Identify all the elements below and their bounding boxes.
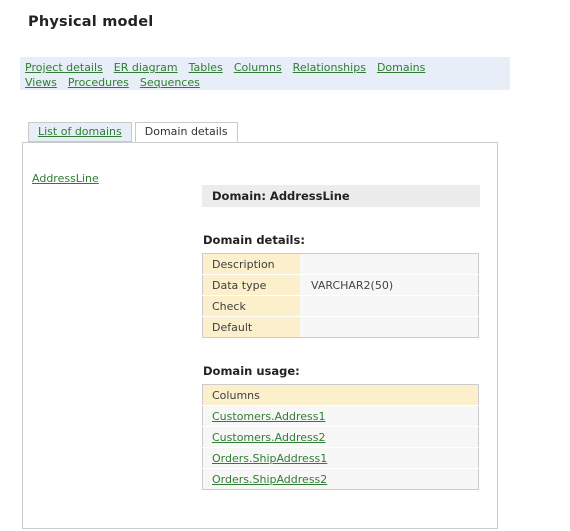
main-navigation: Project details ER diagram Tables Columns Re…	[20, 57, 510, 90]
table-row: Orders.ShipAddress2	[202, 468, 479, 490]
table-row: Check	[202, 295, 479, 317]
domain-title-bar: Domain: AddressLine	[202, 185, 480, 207]
domain-usage-heading: Domain usage:	[203, 364, 300, 378]
page-title: Physical model	[28, 14, 154, 30]
table-header-row: Columns	[202, 384, 479, 406]
usage-link-orders-shipaddress1[interactable]: Orders.ShipAddress1	[212, 452, 327, 465]
nav-row-primary: Project details ER diagram Tables Columns Re…	[25, 60, 510, 75]
domain-list: AddressLine	[32, 172, 182, 185]
detail-value-data-type: VARCHAR2(50)	[300, 274, 479, 296]
nav-link-relationships[interactable]: Relationships	[293, 61, 366, 74]
domain-details-heading: Domain details:	[203, 233, 305, 247]
usage-link-orders-shipaddress2[interactable]: Orders.ShipAddress2	[212, 473, 327, 486]
domain-usage-table: Columns Customers.Address1 Customers.Add…	[202, 384, 479, 490]
usage-link-customers-address1[interactable]: Customers.Address1	[212, 410, 325, 423]
nav-link-er-diagram[interactable]: ER diagram	[114, 61, 178, 74]
tab-list-of-domains[interactable]: List of domains	[28, 122, 132, 142]
nav-link-views[interactable]: Views	[25, 76, 57, 89]
table-row: Customers.Address1	[202, 405, 479, 427]
table-row: Description	[202, 253, 479, 275]
usage-cell: Customers.Address2	[202, 426, 479, 448]
nav-link-domains[interactable]: Domains	[377, 61, 425, 74]
usage-cell: Orders.ShipAddress2	[202, 468, 479, 490]
nav-row-secondary: Views Procedures Sequences	[25, 75, 510, 90]
nav-link-project-details[interactable]: Project details	[25, 61, 103, 74]
usage-link-customers-address2[interactable]: Customers.Address2	[212, 431, 325, 444]
nav-link-procedures[interactable]: Procedures	[68, 76, 129, 89]
nav-link-tables[interactable]: Tables	[189, 61, 223, 74]
table-row: Data type VARCHAR2(50)	[202, 274, 479, 296]
domain-detail-column: Domain: AddressLine Domain details: Desc…	[202, 185, 480, 490]
detail-label-check: Check	[202, 295, 300, 317]
domain-details-table: Description Data type VARCHAR2(50) Check…	[202, 253, 479, 338]
detail-label-description: Description	[202, 253, 300, 275]
nav-link-sequences[interactable]: Sequences	[140, 76, 200, 89]
usage-cell: Customers.Address1	[202, 405, 479, 427]
detail-label-data-type: Data type	[202, 274, 300, 296]
tab-list-of-domains-label[interactable]: List of domains	[38, 125, 122, 138]
detail-label-default: Default	[202, 316, 300, 338]
usage-column-header: Columns	[202, 384, 479, 406]
detail-value-description	[300, 253, 479, 275]
usage-cell: Orders.ShipAddress1	[202, 447, 479, 469]
domain-details-panel: AddressLine Domain: AddressLine Domain d…	[22, 142, 498, 529]
domain-list-item-addressline[interactable]: AddressLine	[32, 172, 99, 185]
tab-domain-details[interactable]: Domain details	[134, 122, 238, 142]
table-row: Customers.Address2	[202, 426, 479, 448]
tab-domain-details-label: Domain details	[144, 125, 228, 138]
detail-value-check	[300, 295, 479, 317]
table-row: Default	[202, 316, 479, 338]
table-row: Orders.ShipAddress1	[202, 447, 479, 469]
detail-value-default	[300, 316, 479, 338]
tab-strip: List of domains Domain details	[28, 122, 238, 142]
nav-link-columns[interactable]: Columns	[234, 61, 282, 74]
